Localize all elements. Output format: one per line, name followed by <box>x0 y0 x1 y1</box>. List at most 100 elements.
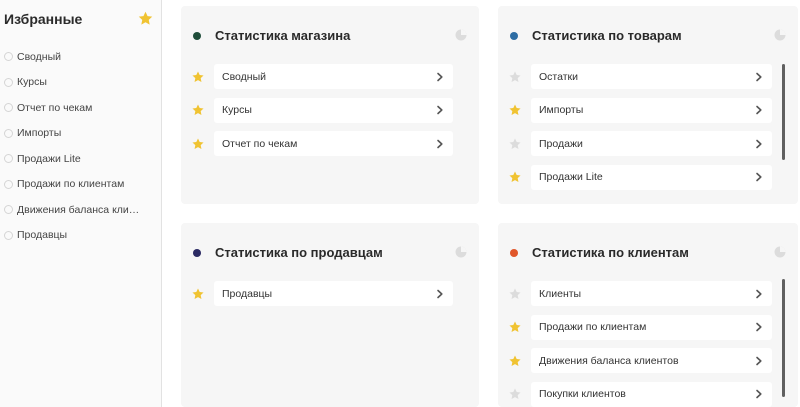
report-label: Сводный <box>222 70 266 83</box>
report-link[interactable]: Отчет по чекам <box>214 131 453 157</box>
report-link[interactable]: Продавцы <box>214 281 453 307</box>
report-row: Продажи Lite <box>508 161 772 195</box>
sidebar-item[interactable]: Продавцы <box>4 223 156 249</box>
sidebar-item-label: Отчет по чекам <box>17 101 93 114</box>
chevron-right-icon <box>756 322 762 332</box>
sidebar-item[interactable]: Курсы <box>4 70 156 96</box>
chevron-right-icon <box>437 289 443 299</box>
report-label: Движения баланса клиентов <box>539 354 679 367</box>
report-label: Курсы <box>222 104 252 117</box>
pie-chart-icon[interactable] <box>455 29 467 41</box>
card-header: Статистика по товарам <box>510 26 786 46</box>
report-link[interactable]: Сводный <box>214 64 453 90</box>
chevron-right-icon <box>756 289 762 299</box>
sidebar-item[interactable]: Продажи по клиентам <box>4 172 156 198</box>
report-link[interactable]: Продажи по клиентам <box>531 314 772 340</box>
card-header: Статистика магазина <box>193 26 467 46</box>
star-icon[interactable] <box>508 387 522 401</box>
chevron-right-icon <box>756 356 762 366</box>
card-client-stats: Статистика по клиентам Клиенты Продажи по… <box>498 223 798 407</box>
chevron-right-icon <box>756 172 762 182</box>
sidebar-list: Сводный Курсы Отчет по чекам Импорты Про… <box>4 44 156 248</box>
sidebar-item-label: Движения баланса кли… <box>17 203 140 216</box>
chevron-right-icon <box>437 72 443 82</box>
sidebar-item-label: Сводный <box>17 50 61 63</box>
report-link[interactable]: Покупки клиентов <box>531 381 772 407</box>
report-link[interactable]: Движения баланса клиентов <box>531 348 772 374</box>
star-icon[interactable] <box>508 137 522 151</box>
sidebar-header: Избранные <box>4 10 154 28</box>
sidebar-item[interactable]: Отчет по чекам <box>4 95 156 121</box>
report-link[interactable]: Клиенты <box>531 281 772 307</box>
card-product-stats: Статистика по товарам Остатки Импорты Прод… <box>498 6 798 204</box>
card-dot <box>193 249 201 257</box>
report-label: Продажи <box>539 137 583 150</box>
report-row: Продажи по клиентам <box>508 311 772 345</box>
pie-chart-icon[interactable] <box>774 29 786 41</box>
report-row: Отчет по чекам <box>191 127 453 161</box>
report-label: Отчет по чекам <box>222 137 298 150</box>
report-link[interactable]: Остатки <box>531 64 772 90</box>
star-icon[interactable] <box>137 10 154 27</box>
card-title: Статистика магазина <box>215 28 351 43</box>
report-row: Курсы <box>191 94 453 128</box>
card-rows: Сводный Курсы Отчет по чекам <box>191 60 453 161</box>
card-rows: Остатки Импорты Продажи Продажи Lite <box>508 60 772 194</box>
star-icon[interactable] <box>508 170 522 184</box>
sidebar-item-label: Продажи по клиентам <box>17 178 125 191</box>
star-icon[interactable] <box>508 287 522 301</box>
circle-icon <box>4 128 13 138</box>
scrollbar[interactable] <box>782 279 785 397</box>
star-icon[interactable] <box>191 287 205 301</box>
report-row: Сводный <box>191 60 453 94</box>
report-link[interactable]: Импорты <box>531 97 772 123</box>
report-link[interactable]: Продажи <box>531 131 772 157</box>
pie-chart-icon[interactable] <box>774 246 786 258</box>
star-icon[interactable] <box>508 320 522 334</box>
card-header: Статистика по продавцам <box>193 243 467 263</box>
sidebar-item[interactable]: Продажи Lite <box>4 146 156 172</box>
card-dot <box>193 32 201 40</box>
report-label: Продажи Lite <box>539 171 603 184</box>
report-label: Продажи по клиентам <box>539 321 647 334</box>
report-row: Продавцы <box>191 277 453 311</box>
scrollbar[interactable] <box>782 64 785 160</box>
sidebar-item-label: Импорты <box>17 127 62 140</box>
report-row: Движения баланса клиентов <box>508 344 772 378</box>
star-icon[interactable] <box>508 70 522 84</box>
report-link[interactable]: Курсы <box>214 97 453 123</box>
report-row: Продажи <box>508 127 772 161</box>
circle-icon <box>4 103 13 113</box>
card-dot <box>510 249 518 257</box>
star-icon[interactable] <box>191 70 205 84</box>
sidebar-item[interactable]: Движения баланса кли… <box>4 197 156 223</box>
circle-icon <box>4 230 13 240</box>
report-label: Импорты <box>539 104 584 117</box>
chevron-right-icon <box>437 139 443 149</box>
sidebar-item[interactable]: Импорты <box>4 121 156 147</box>
circle-icon <box>4 205 13 215</box>
pie-chart-icon[interactable] <box>455 246 467 258</box>
report-link[interactable]: Продажи Lite <box>531 164 772 190</box>
star-icon[interactable] <box>508 103 522 117</box>
report-label: Остатки <box>539 70 578 83</box>
chevron-right-icon <box>756 139 762 149</box>
circle-icon <box>4 52 13 62</box>
chevron-right-icon <box>756 72 762 82</box>
report-label: Покупки клиентов <box>539 388 626 401</box>
card-dot <box>510 32 518 40</box>
sidebar: Избранные Сводный Курсы Отчет по чекам И… <box>0 0 162 407</box>
report-row: Покупки клиентов <box>508 378 772 407</box>
report-row: Остатки <box>508 60 772 94</box>
card-title: Статистика по товарам <box>532 28 682 43</box>
card-title: Статистика по продавцам <box>215 245 383 260</box>
card-title: Статистика по клиентам <box>532 245 689 260</box>
star-icon[interactable] <box>191 137 205 151</box>
circle-icon <box>4 179 13 189</box>
report-label: Продавцы <box>222 287 273 300</box>
star-icon[interactable] <box>191 103 205 117</box>
star-icon[interactable] <box>508 354 522 368</box>
sidebar-item[interactable]: Сводный <box>4 44 156 70</box>
report-row: Импорты <box>508 94 772 128</box>
chevron-right-icon <box>437 105 443 115</box>
